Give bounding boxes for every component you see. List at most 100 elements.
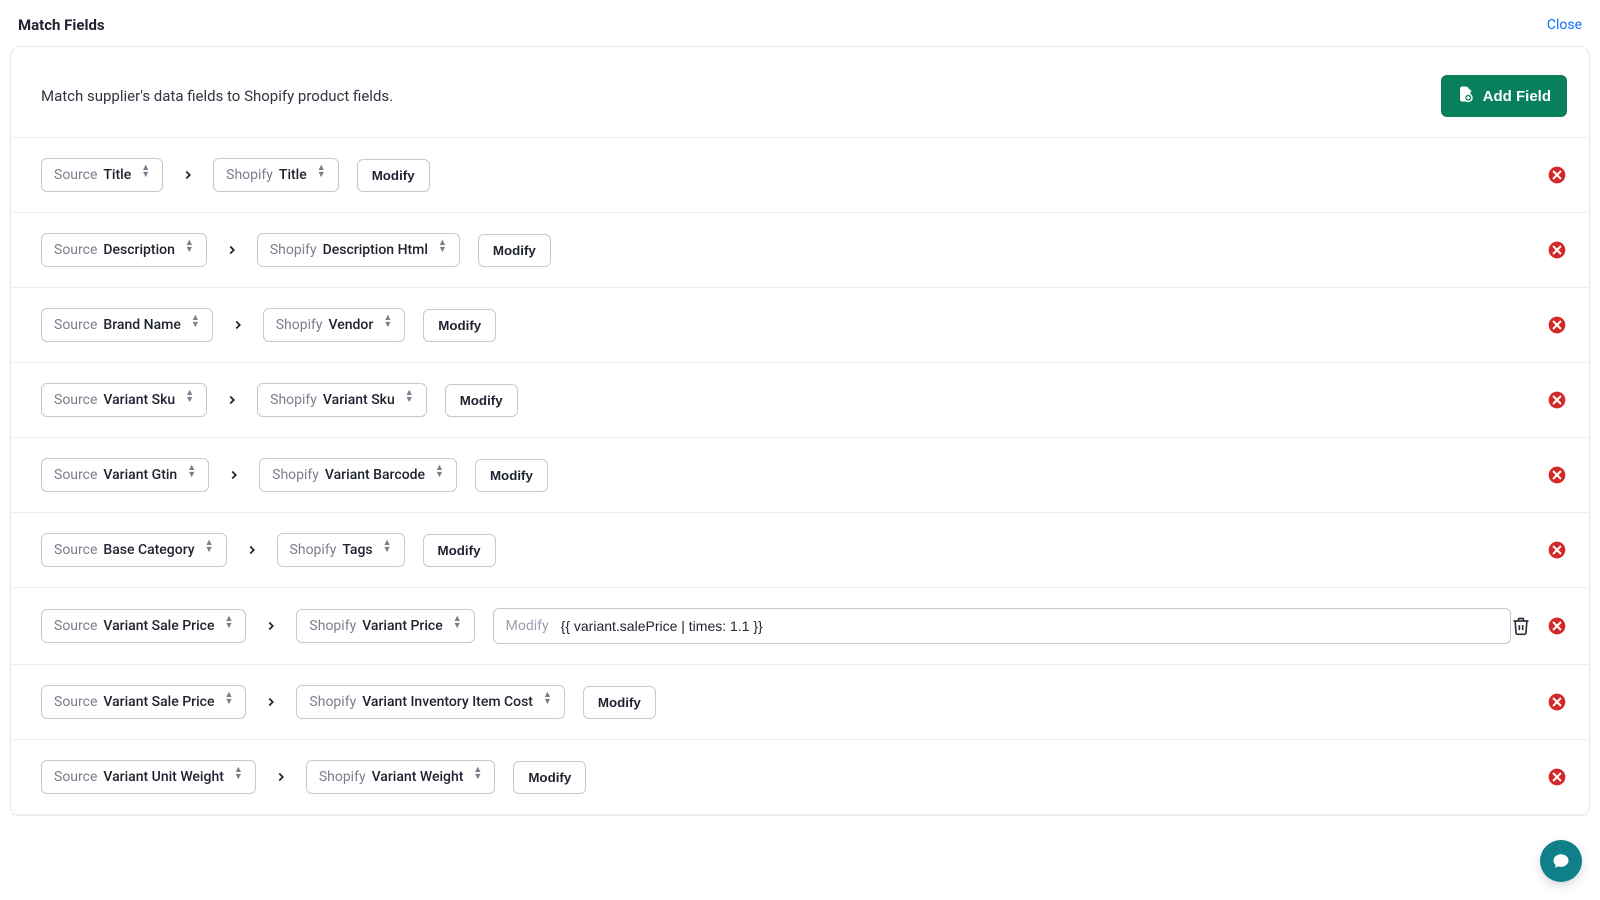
source-field-select[interactable]: Source Variant Gtin▲▼ xyxy=(41,458,209,492)
source-value: Brand Name xyxy=(103,317,180,333)
sort-icon: ▲▼ xyxy=(225,695,234,709)
target-field-select[interactable]: Shopify Vendor▲▼ xyxy=(263,308,406,342)
sort-icon: ▲▼ xyxy=(438,243,447,257)
source-field-select[interactable]: Source Variant Unit Weight▲▼ xyxy=(41,760,256,794)
sort-icon: ▲▼ xyxy=(185,243,194,257)
add-field-button[interactable]: Add Field xyxy=(1441,75,1567,117)
target-value: Variant Inventory Item Cost xyxy=(362,694,533,710)
target-prefix: Shopify xyxy=(309,694,356,710)
source-value: Description xyxy=(103,242,175,258)
delete-row-button[interactable] xyxy=(1547,692,1567,712)
target-value: Variant Barcode xyxy=(325,467,425,483)
target-value: Tags xyxy=(342,542,372,558)
target-prefix: Shopify xyxy=(270,392,317,408)
chevron-right-icon xyxy=(225,243,239,257)
delete-row-button[interactable] xyxy=(1547,465,1567,485)
target-value: Vendor xyxy=(329,317,374,333)
target-prefix: Shopify xyxy=(270,242,317,258)
sort-icon: ▲▼ xyxy=(473,770,482,784)
target-field-select[interactable]: Shopify Variant Barcode▲▼ xyxy=(259,458,457,492)
chevron-right-icon xyxy=(227,468,241,482)
target-field-select[interactable]: Shopify Description Html▲▼ xyxy=(257,233,460,267)
target-prefix: Shopify xyxy=(290,542,337,558)
source-prefix: Source xyxy=(54,618,97,634)
field-mapping-row: Source Variant Sale Price▲▼Shopify Varia… xyxy=(11,665,1589,740)
sort-icon: ▲▼ xyxy=(405,393,414,407)
source-field-select[interactable]: Source Variant Sale Price ▲▼ xyxy=(41,685,246,719)
match-fields-panel: Match supplier's data fields to Shopify … xyxy=(10,46,1590,816)
modify-button[interactable]: Modify xyxy=(478,234,551,267)
sort-icon: ▲▼ xyxy=(435,468,444,482)
modify-button[interactable]: Modify xyxy=(423,309,496,342)
sort-icon: ▲▼ xyxy=(191,318,200,332)
source-field-select[interactable]: Source Title▲▼ xyxy=(41,158,163,192)
source-prefix: Source xyxy=(54,317,97,333)
delete-row-button[interactable] xyxy=(1547,767,1567,787)
sort-icon: ▲▼ xyxy=(225,619,234,633)
target-prefix: Shopify xyxy=(319,769,366,785)
modify-expression-field[interactable] xyxy=(559,617,1498,635)
target-prefix: Shopify xyxy=(309,618,356,634)
delete-row-button[interactable] xyxy=(1547,165,1567,185)
trash-button[interactable] xyxy=(1511,616,1531,636)
modify-button[interactable]: Modify xyxy=(583,686,656,719)
modify-label: Modify xyxy=(506,618,549,634)
source-field-select[interactable]: Source Base Category▲▼ xyxy=(41,533,227,567)
modify-button[interactable]: Modify xyxy=(423,534,496,567)
instruction-text: Match supplier's data fields to Shopify … xyxy=(41,87,393,105)
field-mapping-row: Source Variant Sale Price▲▼Shopify Varia… xyxy=(11,588,1589,665)
delete-row-button[interactable] xyxy=(1547,616,1567,636)
sort-icon: ▲▼ xyxy=(543,695,552,709)
target-value: Title xyxy=(279,167,307,183)
delete-row-button[interactable] xyxy=(1547,315,1567,335)
target-field-select[interactable]: Shopify Variant Weight ▲▼ xyxy=(306,760,496,794)
delete-row-button[interactable] xyxy=(1547,390,1567,410)
close-link[interactable]: Close xyxy=(1547,17,1582,33)
target-field-select[interactable]: Shopify Variant Price▲▼ xyxy=(296,609,474,643)
delete-row-button[interactable] xyxy=(1547,240,1567,260)
modify-button[interactable]: Modify xyxy=(357,159,430,192)
sort-icon: ▲▼ xyxy=(187,468,196,482)
target-field-select[interactable]: Shopify Variant Sku▲▼ xyxy=(257,383,427,417)
source-prefix: Source xyxy=(54,769,97,785)
modify-button[interactable]: Modify xyxy=(445,384,518,417)
source-field-select[interactable]: Source Variant Sale Price ▲▼ xyxy=(41,609,246,643)
source-prefix: Source xyxy=(54,467,97,483)
field-mapping-row: Source Brand Name ▲▼ Shopify Vendor▲▼ Modif… xyxy=(11,288,1589,363)
source-field-select[interactable]: Source Brand Name ▲▼ xyxy=(41,308,213,342)
target-field-select[interactable]: Shopify Title▲▼ xyxy=(213,158,339,192)
add-field-icon xyxy=(1457,85,1475,107)
source-value: Variant Sale Price xyxy=(103,694,214,710)
field-mapping-row: Source Variant Gtin▲▼Shopify Variant Bar… xyxy=(11,438,1589,513)
source-value: Variant Sku xyxy=(103,392,175,408)
chat-widget-button[interactable] xyxy=(1540,840,1582,882)
add-field-label: Add Field xyxy=(1483,88,1551,105)
target-field-select[interactable]: Shopify Variant Inventory Item Cost ▲▼ xyxy=(296,685,564,719)
source-value: Variant Sale Price xyxy=(103,618,214,634)
field-mapping-row: Source Variant Sku▲▼Shopify Variant Sku▲… xyxy=(11,363,1589,438)
source-value: Title xyxy=(103,167,131,183)
target-value: Variant Weight xyxy=(372,769,464,785)
sort-icon: ▲▼ xyxy=(185,393,194,407)
target-prefix: Shopify xyxy=(276,317,323,333)
sort-icon: ▲▼ xyxy=(453,619,462,633)
modify-button[interactable]: Modify xyxy=(475,459,548,492)
chevron-right-icon xyxy=(264,619,278,633)
source-prefix: Source xyxy=(54,167,97,183)
source-prefix: Source xyxy=(54,242,97,258)
modify-button[interactable]: Modify xyxy=(513,761,586,794)
chevron-right-icon xyxy=(231,318,245,332)
chevron-right-icon xyxy=(264,695,278,709)
field-mapping-row: Source Title▲▼ Shopify Title▲▼ Modify xyxy=(11,138,1589,213)
sort-icon: ▲▼ xyxy=(205,543,214,557)
modify-expression-input[interactable]: Modify xyxy=(493,608,1511,644)
source-prefix: Source xyxy=(54,694,97,710)
target-field-select[interactable]: Shopify Tags▲▼ xyxy=(277,533,405,567)
chevron-right-icon xyxy=(274,770,288,784)
delete-row-button[interactable] xyxy=(1547,540,1567,560)
source-field-select[interactable]: Source Variant Sku▲▼ xyxy=(41,383,207,417)
field-mapping-row: Source Description▲▼Shopify Description … xyxy=(11,213,1589,288)
source-field-select[interactable]: Source Description ▲▼ xyxy=(41,233,207,267)
chevron-right-icon xyxy=(225,393,239,407)
chevron-right-icon xyxy=(245,543,259,557)
